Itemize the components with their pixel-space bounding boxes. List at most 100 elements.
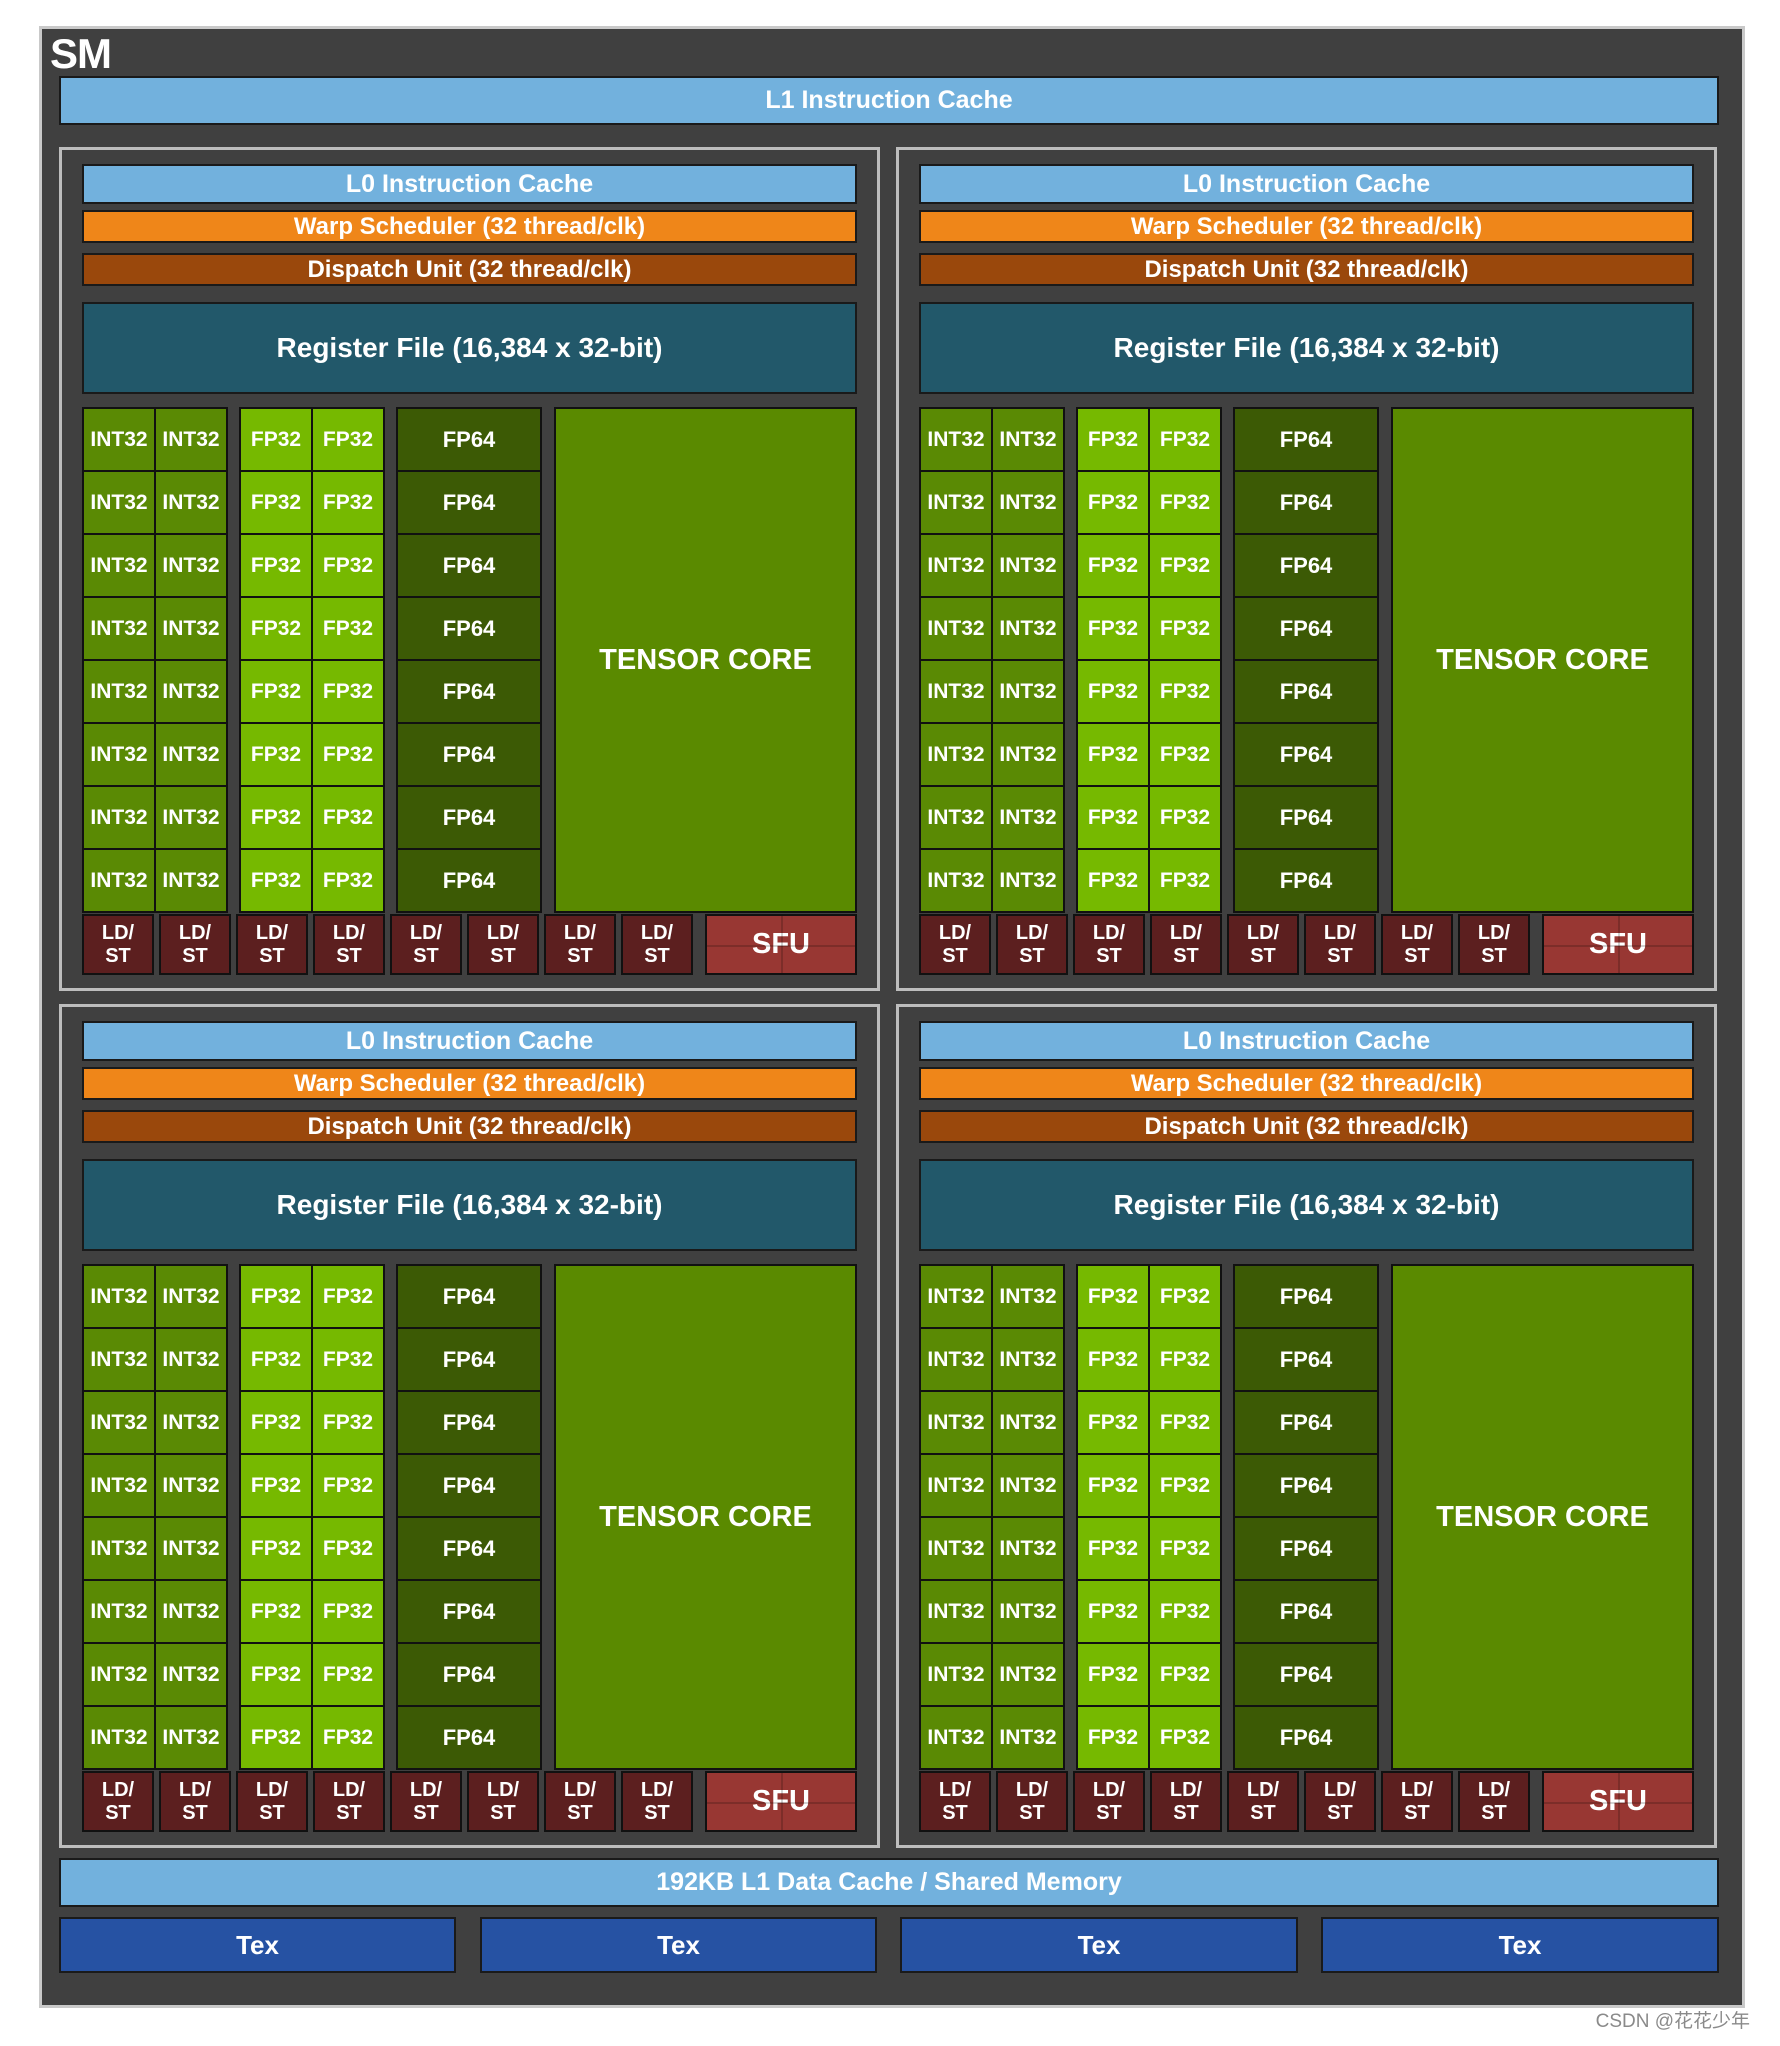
int32-core: INT32 xyxy=(154,470,228,535)
int32-core: INT32 xyxy=(919,407,993,472)
l0-instruction-cache: L0 Instruction Cache xyxy=(919,1021,1694,1061)
int32-core: INT32 xyxy=(154,596,228,661)
ld-st-label-line2: ST xyxy=(1481,944,1507,967)
ld-st-label-line2: ST xyxy=(105,1801,131,1824)
ld-st-unit: LD/ST xyxy=(996,914,1068,975)
int32-core: INT32 xyxy=(991,1516,1065,1581)
fp64-core: FP64 xyxy=(396,470,542,535)
int32-core: INT32 xyxy=(82,407,156,472)
int32-core: INT32 xyxy=(154,848,228,913)
l0-instruction-cache: L0 Instruction Cache xyxy=(82,1021,857,1061)
fp32-core: FP32 xyxy=(239,470,313,535)
fp32-core: FP32 xyxy=(1148,596,1222,661)
ld-st-unit: LD/ST xyxy=(544,914,616,975)
ld-st-label-line2: ST xyxy=(1250,1801,1276,1824)
int32-core: INT32 xyxy=(991,722,1065,787)
warp-scheduler: Warp Scheduler (32 thread/clk) xyxy=(82,1067,857,1100)
ld-st-label-line1: LD/ xyxy=(1323,921,1357,944)
fp32-core: FP32 xyxy=(239,1390,313,1455)
ld-st-label-line2: ST xyxy=(1404,944,1430,967)
int32-core: INT32 xyxy=(991,1579,1065,1644)
fp32-core: FP32 xyxy=(239,1264,313,1329)
l1-data-cache-shared-memory: 192KB L1 Data Cache / Shared Memory xyxy=(59,1858,1719,1907)
fp32-core: FP32 xyxy=(1076,1516,1150,1581)
ld-st-label-line2: ST xyxy=(1173,944,1199,967)
sfu-unit: SFU xyxy=(1542,1771,1694,1832)
int32-core: INT32 xyxy=(154,533,228,598)
ld-st-unit: LD/ST xyxy=(544,1771,616,1832)
fp32-core: FP32 xyxy=(1076,1579,1150,1644)
fp32-core: FP32 xyxy=(239,1327,313,1392)
ld-st-label-line1: LD/ xyxy=(101,1778,135,1801)
fp32-core: FP32 xyxy=(239,659,313,724)
fp32-core: FP32 xyxy=(311,1516,385,1581)
fp32-core: FP32 xyxy=(311,722,385,787)
ld-st-label-line1: LD/ xyxy=(255,1778,289,1801)
ld-st-label-line2: ST xyxy=(1481,1801,1507,1824)
ld-st-label-line1: LD/ xyxy=(938,1778,972,1801)
fp32-core: FP32 xyxy=(239,407,313,472)
int32-core: INT32 xyxy=(919,785,993,850)
ld-st-label-line1: LD/ xyxy=(563,1778,597,1801)
int32-core: INT32 xyxy=(82,596,156,661)
l0-instruction-cache: L0 Instruction Cache xyxy=(82,164,857,204)
ld-st-label-line1: LD/ xyxy=(1400,1778,1434,1801)
fp64-core: FP64 xyxy=(396,1453,542,1518)
tex-unit: Tex xyxy=(480,1917,877,1973)
int32-core: INT32 xyxy=(991,659,1065,724)
fp32-core: FP32 xyxy=(311,1579,385,1644)
ld-st-label-line2: ST xyxy=(336,944,362,967)
fp64-core: FP64 xyxy=(1233,1390,1379,1455)
ld-st-unit: LD/ST xyxy=(1073,1771,1145,1832)
int32-core: INT32 xyxy=(154,407,228,472)
fp32-core: FP32 xyxy=(1076,407,1150,472)
int32-core: INT32 xyxy=(991,407,1065,472)
tex-unit: Tex xyxy=(59,1917,456,1973)
ld-st-label-line1: LD/ xyxy=(1400,921,1434,944)
ld-st-label-line1: LD/ xyxy=(1323,1778,1357,1801)
int32-core: INT32 xyxy=(82,848,156,913)
fp64-core: FP64 xyxy=(1233,1705,1379,1770)
ld-st-label-line1: LD/ xyxy=(563,921,597,944)
int32-core: INT32 xyxy=(991,848,1065,913)
ld-st-label-line2: ST xyxy=(567,1801,593,1824)
warp-scheduler: Warp Scheduler (32 thread/clk) xyxy=(82,210,857,243)
ld-st-label-line2: ST xyxy=(182,944,208,967)
ld-st-unit: LD/ST xyxy=(1381,1771,1453,1832)
ld-st-label-line2: ST xyxy=(567,944,593,967)
fp32-core: FP32 xyxy=(1148,1390,1222,1455)
int32-core: INT32 xyxy=(82,533,156,598)
fp32-core: FP32 xyxy=(239,848,313,913)
ld-st-label-line2: ST xyxy=(413,944,439,967)
fp64-core: FP64 xyxy=(396,407,542,472)
fp64-core: FP64 xyxy=(396,722,542,787)
fp64-core: FP64 xyxy=(1233,1579,1379,1644)
ld-st-label-line2: ST xyxy=(1096,944,1122,967)
ld-st-unit: LD/ST xyxy=(313,914,385,975)
fp64-core: FP64 xyxy=(1233,1264,1379,1329)
ld-st-label-line1: LD/ xyxy=(1015,1778,1049,1801)
fp32-core: FP32 xyxy=(311,1390,385,1455)
int32-core: INT32 xyxy=(919,1579,993,1644)
fp64-core: FP64 xyxy=(1233,785,1379,850)
ld-st-unit: LD/ST xyxy=(621,1771,693,1832)
fp64-core: FP64 xyxy=(1233,596,1379,661)
fp32-core: FP32 xyxy=(311,1642,385,1707)
fp32-core: FP32 xyxy=(1076,1705,1150,1770)
dispatch-unit: Dispatch Unit (32 thread/clk) xyxy=(919,1110,1694,1143)
fp32-core: FP32 xyxy=(1148,1516,1222,1581)
ld-st-label-line1: LD/ xyxy=(178,921,212,944)
int32-core: INT32 xyxy=(919,722,993,787)
int32-core: INT32 xyxy=(991,533,1065,598)
tex-unit: Tex xyxy=(900,1917,1298,1973)
fp32-core: FP32 xyxy=(1076,533,1150,598)
fp32-core: FP32 xyxy=(1076,1642,1150,1707)
ld-st-label-line1: LD/ xyxy=(486,1778,520,1801)
ld-st-label-line2: ST xyxy=(490,944,516,967)
fp64-core: FP64 xyxy=(396,785,542,850)
int32-core: INT32 xyxy=(991,1327,1065,1392)
int32-core: INT32 xyxy=(82,659,156,724)
int32-core: INT32 xyxy=(82,785,156,850)
fp64-core: FP64 xyxy=(1233,1516,1379,1581)
fp32-core: FP32 xyxy=(1148,470,1222,535)
